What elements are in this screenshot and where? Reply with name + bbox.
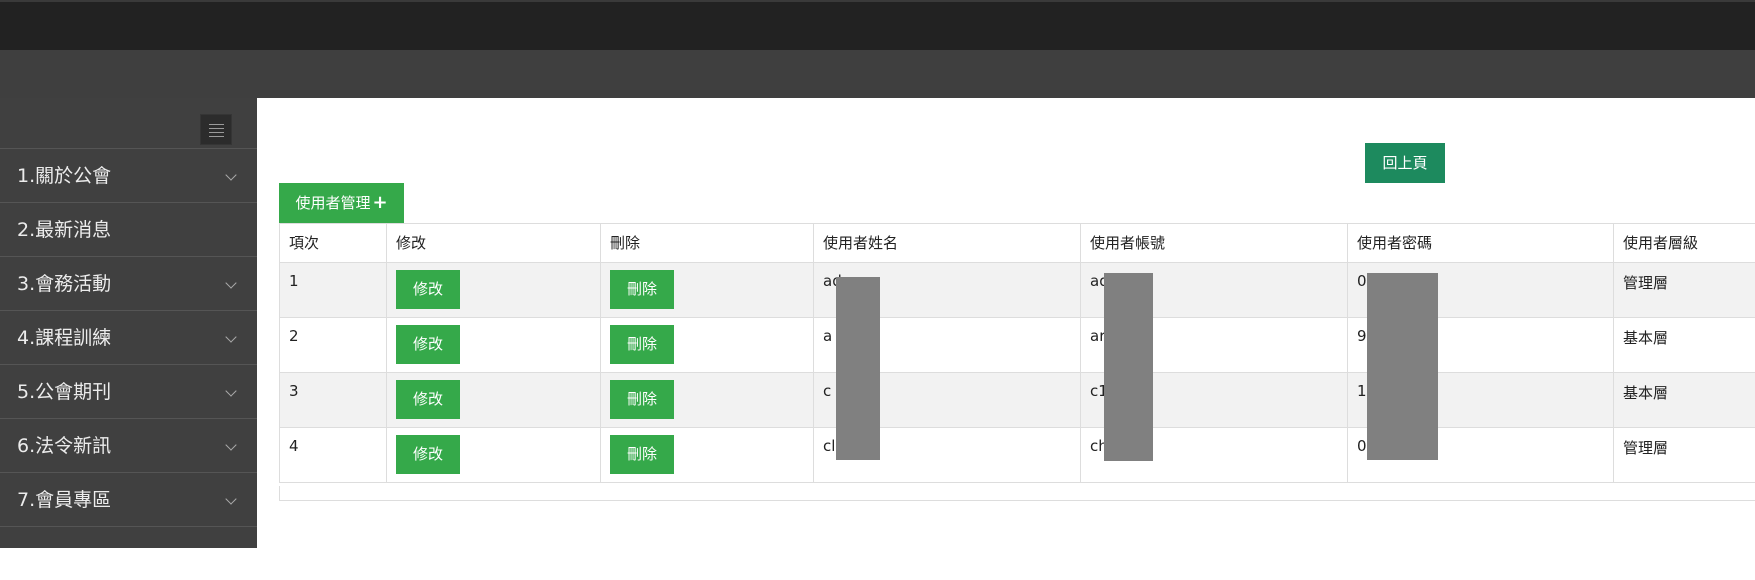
plus-icon: + xyxy=(372,192,387,213)
chevron-down-icon xyxy=(225,493,236,504)
top-bar xyxy=(0,0,1755,50)
hamburger-menu-icon[interactable] xyxy=(200,114,232,145)
row-index: 3 xyxy=(280,373,387,428)
header-account: 使用者帳號 xyxy=(1081,224,1348,263)
edit-button[interactable]: 修改 xyxy=(396,380,460,419)
delete-button[interactable]: 刪除 xyxy=(610,435,674,474)
table-row: 2 修改 刪除 a ar 9 基本層 xyxy=(280,318,1755,373)
redaction-block-account xyxy=(1104,273,1153,461)
sidebar-item-training[interactable]: 4.課程訓練 xyxy=(0,310,257,364)
back-button[interactable]: 回上頁 xyxy=(1365,143,1445,183)
section-label: 使用者管理 xyxy=(295,194,370,212)
header-name: 使用者姓名 xyxy=(814,224,1081,263)
sidebar-item-label: 5.公會期刊 xyxy=(17,381,111,403)
row-index: 4 xyxy=(280,428,387,483)
edit-button[interactable]: 修改 xyxy=(396,270,460,309)
sidebar-item-members[interactable]: 7.會員專區 xyxy=(0,472,257,526)
sidebar-item-about[interactable]: 1.關於公會 xyxy=(0,148,257,202)
delete-button[interactable]: 刪除 xyxy=(610,270,674,309)
header-delete: 刪除 xyxy=(601,224,814,263)
sidebar-item-label: 1.關於公會 xyxy=(17,165,111,187)
sidebar-item-activities[interactable]: 3.會務活動 xyxy=(0,256,257,310)
sidebar-item-label: 2.最新消息 xyxy=(17,219,111,241)
header-level: 使用者層級 xyxy=(1614,224,1755,263)
redaction-block-password xyxy=(1367,273,1438,460)
sidebar-item-more[interactable] xyxy=(0,526,257,580)
chevron-down-icon xyxy=(225,385,236,396)
table-header-row: 項次 修改 刪除 使用者姓名 使用者帳號 使用者密碼 使用者層級 xyxy=(280,224,1755,263)
sidebar: 1.關於公會 2.最新消息 3.會務活動 4.課程訓練 5.公會期刊 6.法令新… xyxy=(0,98,257,548)
table-row: 3 修改 刪除 c c1 1 基本層 xyxy=(280,373,1755,428)
table-row: 4 修改 刪除 cl ch 0 管理層 xyxy=(280,428,1755,483)
sidebar-item-label: 7.會員專區 xyxy=(17,489,111,511)
header-edit: 修改 xyxy=(387,224,601,263)
header-password: 使用者密碼 xyxy=(1348,224,1614,263)
delete-button[interactable]: 刪除 xyxy=(610,380,674,419)
redaction-block-name xyxy=(836,277,880,460)
row-index: 1 xyxy=(280,263,387,318)
user-table: 項次 修改 刪除 使用者姓名 使用者帳號 使用者密碼 使用者層級 1 修改 刪除… xyxy=(279,223,1755,483)
user-level: 基本層 xyxy=(1614,318,1755,373)
sidebar-item-journal[interactable]: 5.公會期刊 xyxy=(0,364,257,418)
chevron-down-icon xyxy=(225,439,236,450)
row-index: 2 xyxy=(280,318,387,373)
user-level: 管理層 xyxy=(1614,428,1755,483)
table-row: 1 修改 刪除 ad ad 0 管理層 xyxy=(280,263,1755,318)
sub-header-bar xyxy=(0,50,1755,98)
sidebar-item-label: 3.會務活動 xyxy=(17,273,111,295)
user-management-tab[interactable]: 使用者管理+ xyxy=(279,183,404,223)
user-level: 基本層 xyxy=(1614,373,1755,428)
sidebar-item-label: 4.課程訓練 xyxy=(17,327,111,349)
chevron-down-icon xyxy=(225,277,236,288)
sidebar-nav: 1.關於公會 2.最新消息 3.會務活動 4.課程訓練 5.公會期刊 6.法令新… xyxy=(0,148,257,580)
user-level: 管理層 xyxy=(1614,263,1755,318)
edit-button[interactable]: 修改 xyxy=(396,435,460,474)
chevron-down-icon xyxy=(225,169,236,180)
delete-button[interactable]: 刪除 xyxy=(610,325,674,364)
table-footer xyxy=(279,486,1755,501)
edit-button[interactable]: 修改 xyxy=(396,325,460,364)
chevron-down-icon xyxy=(225,331,236,342)
sidebar-item-regulations[interactable]: 6.法令新訊 xyxy=(0,418,257,472)
sidebar-item-news[interactable]: 2.最新消息 xyxy=(0,202,257,256)
header-index: 項次 xyxy=(280,224,387,263)
sidebar-item-label: 6.法令新訊 xyxy=(17,435,111,457)
